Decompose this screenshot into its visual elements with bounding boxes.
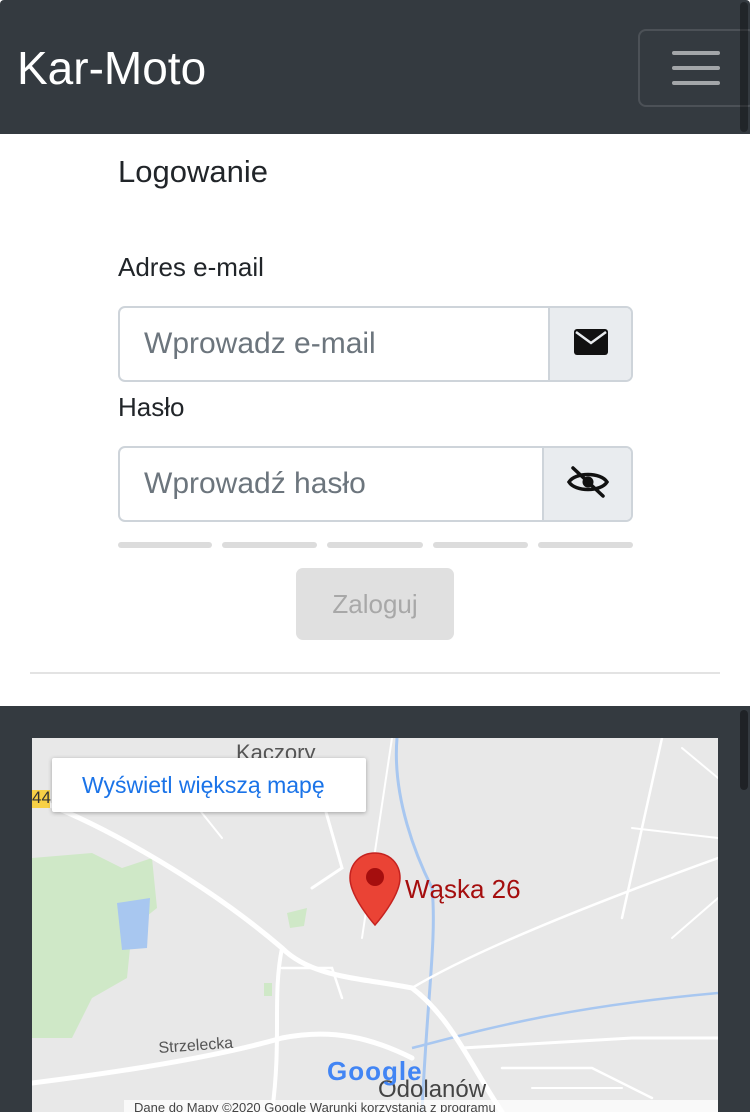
strength-segment: [222, 542, 317, 548]
password-input-group: [118, 446, 633, 522]
map-pin-icon: [349, 852, 401, 927]
route-shield: 44: [32, 788, 51, 807]
toggle-password-button[interactable]: [542, 448, 631, 520]
brand-logo[interactable]: Kar-Moto: [17, 40, 206, 96]
email-label: Adres e-mail: [118, 252, 264, 282]
email-input[interactable]: [120, 308, 550, 380]
scrollbar[interactable]: [740, 710, 748, 790]
login-button[interactable]: Zaloguj: [296, 568, 454, 640]
map-marker-label: Wąska 26: [405, 874, 521, 904]
password-label: Hasło: [118, 392, 185, 422]
scrollbar[interactable]: [740, 2, 748, 132]
email-addon: [548, 308, 631, 380]
view-larger-map-link[interactable]: Wyświetl większą mapę: [52, 758, 366, 812]
envelope-icon: [573, 328, 608, 360]
menu-icon: [672, 51, 720, 55]
strength-segment: [118, 542, 212, 548]
eye-slash-icon: [566, 465, 609, 503]
navbar: Kar-Moto: [0, 0, 750, 134]
menu-toggle-button[interactable]: [638, 29, 750, 107]
map-marker[interactable]: [348, 851, 402, 932]
email-input-group: [118, 306, 633, 382]
page-title: Logowanie: [118, 154, 268, 189]
strength-segment: [433, 542, 528, 548]
map-attribution: Dane do Mapy ©2020 Google Warunki korzys…: [134, 1100, 496, 1112]
google-logo: Google: [327, 1056, 423, 1086]
strength-segment: [327, 542, 423, 548]
password-input[interactable]: [120, 448, 544, 520]
strength-segment: [538, 542, 633, 548]
divider: [30, 672, 720, 674]
